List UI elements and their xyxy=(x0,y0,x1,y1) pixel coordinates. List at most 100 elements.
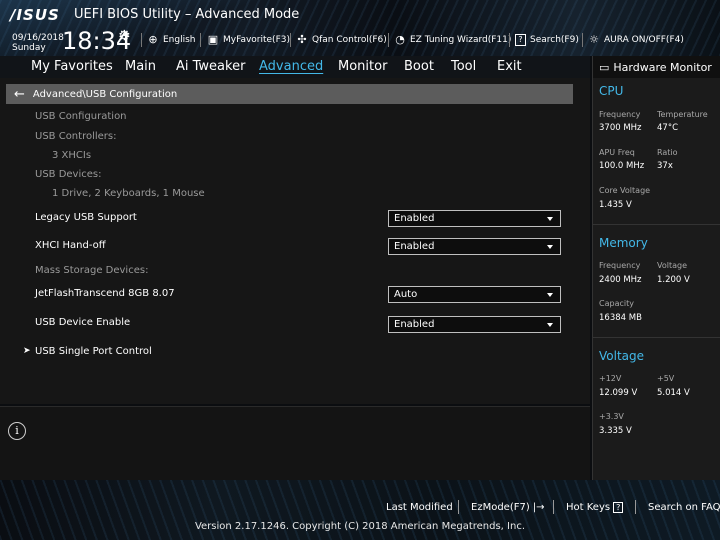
memory-heading: Memory xyxy=(599,236,648,250)
aura-label: AURA ON/OFF(F4) xyxy=(604,35,684,45)
monitor-icon: ▭ xyxy=(599,60,610,74)
cpu-temperature-value: 47°C xyxy=(657,123,679,133)
myfavorite-label: MyFavorite(F3) xyxy=(223,35,290,45)
last-modified-button[interactable]: Last Modified xyxy=(386,502,453,513)
header-bar: /ISUS UEFI BIOS Utility – Advanced Mode … xyxy=(0,0,720,56)
xhci-handoff-select[interactable]: Enabled xyxy=(388,238,561,255)
submenu-arrow-icon: ➤ xyxy=(23,346,31,356)
hardware-monitor-panel: ▭ Hardware Monitor CPU Frequency Tempera… xyxy=(592,56,720,480)
tab-advanced[interactable]: Advanced xyxy=(259,59,323,74)
date-value: 09/16/2018 xyxy=(12,33,64,43)
search-faq-button[interactable]: Search on FAQ xyxy=(648,502,720,513)
qfan-label: Qfan Control(F6) xyxy=(312,35,387,45)
usb-device-enable-select[interactable]: Enabled xyxy=(388,316,561,333)
breadcrumb-path: Advanced\USB Configuration xyxy=(32,88,178,100)
jetflash-label[interactable]: JetFlashTranscend 8GB 8.07 xyxy=(35,288,175,299)
qfan-button[interactable]: ✣ Qfan Control(F6) xyxy=(296,33,387,47)
breadcrumb[interactable]: ← Advanced\USB Configuration xyxy=(6,84,573,104)
usb-single-port-control-link[interactable]: ➤ USB Single Port Control xyxy=(23,346,152,357)
cpu-temperature-label: Temperature xyxy=(657,110,708,119)
usb-config-heading: USB Configuration xyxy=(35,111,127,122)
jetflash-select[interactable]: Auto xyxy=(388,286,561,303)
language-button[interactable]: ⊕ English xyxy=(147,33,196,47)
usb-controllers-value: 3 XHCIs xyxy=(52,150,92,161)
footer-bar: Last Modified EzMode(F7) |→ Hot Keys ? S… xyxy=(0,480,720,540)
tab-tool[interactable]: Tool xyxy=(451,59,476,74)
chevron-down-icon xyxy=(547,323,553,327)
usb-device-enable-label[interactable]: USB Device Enable xyxy=(35,317,130,328)
xhci-handoff-label[interactable]: XHCI Hand-off xyxy=(35,240,106,251)
aura-icon: ☼ xyxy=(589,33,599,46)
globe-icon: ⊕ xyxy=(148,33,158,46)
help-key-icon: ? xyxy=(613,502,624,513)
hw-divider xyxy=(593,337,720,338)
voltage-heading: Voltage xyxy=(599,349,645,363)
bios-window: /ISUS UEFI BIOS Utility – Advanced Mode … xyxy=(0,0,720,540)
last-modified-label: Last Modified xyxy=(386,502,453,513)
info-icon: i xyxy=(8,422,26,440)
aura-button[interactable]: ☼ AURA ON/OFF(F4) xyxy=(588,33,684,47)
wizard-icon: ◔ xyxy=(395,33,405,46)
back-arrow-icon[interactable]: ← xyxy=(14,87,25,102)
chevron-down-icon xyxy=(547,293,553,297)
core-voltage-label: Core Voltage xyxy=(599,186,651,195)
memory-frequency-label: Frequency xyxy=(599,261,641,270)
memory-voltage-value: 1.200 V xyxy=(657,275,690,285)
hardware-monitor-title: Hardware Monitor xyxy=(613,60,712,74)
header-divider xyxy=(290,33,291,47)
apu-freq-label: APU Freq xyxy=(599,148,635,157)
myfavorite-button[interactable]: ▣ MyFavorite(F3) xyxy=(207,33,290,47)
search-label: Search(F9) xyxy=(530,35,579,45)
main-panel: USB Configuration USB Controllers: 3 XHC… xyxy=(0,78,590,404)
memory-frequency-value: 2400 MHz xyxy=(599,275,642,285)
header-divider xyxy=(200,33,201,47)
asus-logo: /ISUS xyxy=(10,6,60,24)
hotkeys-button[interactable]: Hot Keys ? xyxy=(566,502,624,513)
ezmode-button[interactable]: EzMode(F7) |→ xyxy=(471,502,544,513)
header-divider xyxy=(509,33,510,47)
ratio-value: 37x xyxy=(657,161,673,171)
legacy-usb-value: Enabled xyxy=(394,213,435,224)
core-voltage-value: 1.435 V xyxy=(599,200,632,210)
search-icon: ? xyxy=(515,34,526,46)
menu-tabs: My Favorites Main Ai Tweaker Advanced Mo… xyxy=(0,56,590,78)
header-divider xyxy=(582,33,583,47)
search-button[interactable]: ? Search(F9) xyxy=(515,33,579,47)
tab-ai-tweaker[interactable]: Ai Tweaker xyxy=(176,59,245,74)
legacy-usb-select[interactable]: Enabled xyxy=(388,210,561,227)
cpu-frequency-label: Frequency xyxy=(599,110,641,119)
footer-divider xyxy=(458,500,459,514)
v5-label: +5V xyxy=(657,374,675,383)
tab-boot[interactable]: Boot xyxy=(404,59,434,74)
v12-value: 12.099 V xyxy=(599,388,638,398)
jetflash-value: Auto xyxy=(394,289,418,300)
ez-tuning-label: EZ Tuning Wizard(F11) xyxy=(410,35,512,45)
tab-monitor[interactable]: Monitor xyxy=(338,59,387,74)
legacy-usb-label[interactable]: Legacy USB Support xyxy=(35,212,137,223)
header-divider xyxy=(388,33,389,47)
tab-exit[interactable]: Exit xyxy=(497,59,522,74)
v33-value: 3.335 V xyxy=(599,426,632,436)
tab-my-favorites[interactable]: My Favorites xyxy=(31,59,113,74)
tab-main[interactable]: Main xyxy=(125,59,156,74)
favorite-icon: ▣ xyxy=(207,33,219,46)
memory-capacity-value: 16384 MB xyxy=(599,313,642,323)
hardware-monitor-header: ▭ Hardware Monitor xyxy=(593,56,720,78)
day-value: Sunday xyxy=(12,43,46,53)
v33-label: +3.3V xyxy=(599,412,624,421)
cpu-frequency-value: 3700 MHz xyxy=(599,123,642,133)
language-label: English xyxy=(163,35,196,45)
hotkeys-label: Hot Keys xyxy=(566,502,611,513)
ez-tuning-button[interactable]: ◔ EZ Tuning Wizard(F11) xyxy=(394,33,511,47)
copyright-text: Version 2.17.1246. Copyright (C) 2018 Am… xyxy=(194,521,526,532)
header-divider xyxy=(141,33,142,47)
help-info-area: i xyxy=(0,406,590,480)
chevron-down-icon xyxy=(547,217,553,221)
gear-icon[interactable]: ⚙ xyxy=(118,28,131,44)
usb-controllers-label: USB Controllers: xyxy=(35,131,117,142)
apu-freq-value: 100.0 MHz xyxy=(599,161,645,171)
chevron-down-icon xyxy=(547,245,553,249)
usb-single-port-label: USB Single Port Control xyxy=(35,346,152,357)
exit-arrow-icon: |→ xyxy=(532,502,545,513)
xhci-handoff-value: Enabled xyxy=(394,241,435,252)
